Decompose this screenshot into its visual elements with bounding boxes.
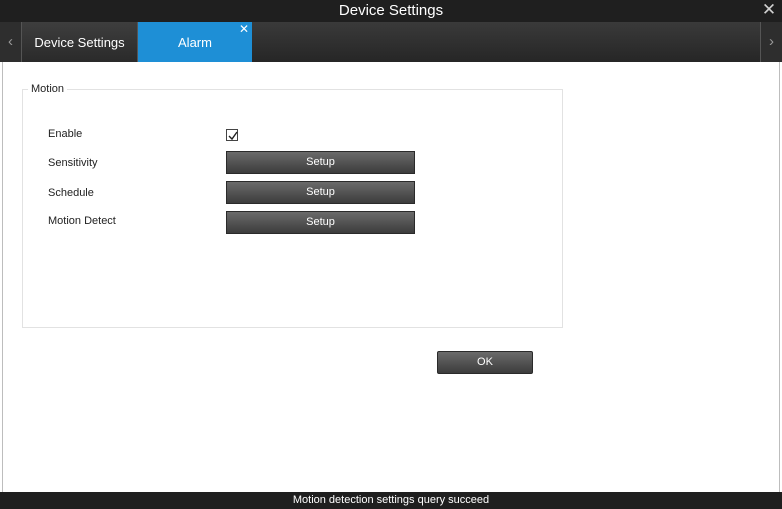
enable-label: Enable xyxy=(48,128,83,140)
schedule-setup-button[interactable]: Setup xyxy=(226,181,415,204)
tab-bar: ‹ Device Settings Alarm ✕ › xyxy=(0,22,782,62)
ok-button[interactable]: OK xyxy=(437,351,533,374)
tab-device-settings[interactable]: Device Settings xyxy=(22,22,138,62)
tab-label: Alarm xyxy=(178,35,212,50)
motion-detect-setup-button[interactable]: Setup xyxy=(226,211,415,234)
group-title: Motion xyxy=(28,83,68,95)
checkmark-icon xyxy=(228,131,238,141)
enable-checkbox[interactable] xyxy=(226,129,238,141)
chevron-right-icon[interactable]: › xyxy=(760,22,782,62)
motion-group xyxy=(22,89,563,328)
close-icon[interactable]: ✕ xyxy=(239,22,249,36)
motion-detect-label: Motion Detect xyxy=(48,215,116,227)
window-title: Device Settings xyxy=(338,2,444,19)
schedule-label: Schedule xyxy=(48,187,94,199)
tab-alarm[interactable]: Alarm ✕ xyxy=(138,22,252,62)
tab-label: Device Settings xyxy=(34,35,125,50)
sensitivity-setup-button[interactable]: Setup xyxy=(226,151,415,174)
title-bar: Device Settings ✕ xyxy=(0,0,782,22)
sensitivity-label: Sensitivity xyxy=(48,157,98,169)
close-icon[interactable]: ✕ xyxy=(760,1,778,19)
chevron-left-icon[interactable]: ‹ xyxy=(0,22,22,62)
status-bar: Motion detection settings query succeed xyxy=(0,492,782,509)
